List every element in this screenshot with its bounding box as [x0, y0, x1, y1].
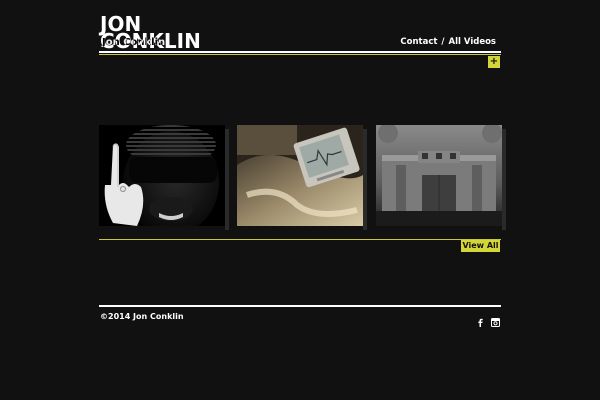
- video-thumbnail-2-image: [237, 125, 363, 226]
- video-thumbnail-1-shadow: [225, 129, 229, 230]
- top-nav: Contact / All Videos: [400, 37, 496, 47]
- video-thumbnail-2[interactable]: [237, 125, 363, 226]
- header-divider: [99, 51, 501, 53]
- nav-contact-link[interactable]: Contact: [400, 37, 437, 47]
- facebook-icon[interactable]: [476, 312, 485, 327]
- logo-overlap-text: Jon Conklin: [102, 37, 166, 48]
- nav-separator: /: [441, 37, 445, 47]
- video-thumbnail-2-shadow: [363, 129, 367, 230]
- gallery-divider: [99, 239, 501, 240]
- expand-button[interactable]: +: [488, 56, 500, 68]
- video-thumbnail-3-shadow: [502, 129, 506, 230]
- header-accent-divider: [99, 54, 501, 55]
- instagram-icon[interactable]: [491, 312, 500, 327]
- video-thumbnail-1[interactable]: [99, 125, 225, 226]
- view-all-button[interactable]: View All: [461, 240, 500, 252]
- site-logo[interactable]: JON CONKLIN Jon Conklin: [100, 14, 201, 51]
- footer-divider: [99, 305, 501, 307]
- video-thumbnail-3-image: [376, 125, 502, 226]
- video-thumbnail-1-image: [99, 125, 225, 226]
- nav-all-videos-link[interactable]: All Videos: [449, 37, 496, 47]
- copyright-text: ©2014 Jon Conklin: [100, 312, 184, 321]
- video-thumbnail-3[interactable]: [376, 125, 502, 226]
